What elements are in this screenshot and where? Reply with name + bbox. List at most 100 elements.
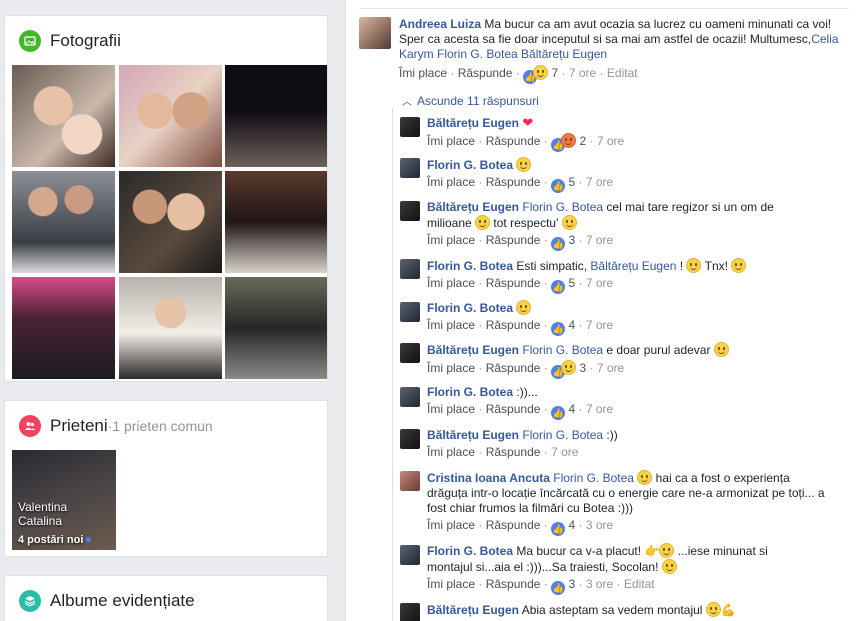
mention-link[interactable]: Florin G. Botea (522, 428, 603, 442)
edited-label[interactable]: Editat (624, 577, 655, 591)
reply-button[interactable]: Răspunde (486, 402, 541, 416)
albums-title[interactable]: Albume evidențiate (50, 591, 195, 611)
reactions-summary[interactable]: 👍 4 (551, 318, 576, 336)
reply-button[interactable]: Răspunde (486, 577, 541, 591)
reply-button[interactable]: Răspunde (486, 318, 541, 332)
reply-author[interactable]: Florin G. Botea (427, 158, 513, 172)
reply-button[interactable]: Răspunde (458, 66, 513, 80)
like-button[interactable]: Îmi place (427, 577, 475, 591)
photo-thumbnail[interactable] (225, 65, 327, 167)
reactions-summary[interactable]: 👍 4 (551, 402, 575, 420)
action-dot: · (543, 445, 548, 459)
reactions-summary[interactable]: 👍 7 (523, 65, 558, 84)
photos-header[interactable]: Fotografii (5, 16, 327, 66)
mention-link[interactable]: Florin G. Botea (553, 471, 634, 485)
comment-time[interactable]: 7 ore (586, 233, 613, 247)
like-button[interactable]: Îmi place (427, 445, 475, 459)
reply-author[interactable]: Cristina Ioana Ancuta (427, 471, 550, 485)
avatar[interactable] (400, 259, 420, 279)
comment-time[interactable]: 7 ore (586, 402, 613, 416)
avatar[interactable] (400, 387, 420, 407)
edited-label[interactable]: Editat (607, 66, 638, 80)
friend-tile[interactable]: Valentina Catalina 4 postări noi (12, 450, 116, 550)
mention-link[interactable]: Florin G. Botea (522, 343, 603, 357)
photo-thumbnail[interactable] (12, 171, 115, 273)
like-button[interactable]: Îmi place (427, 276, 475, 290)
avatar[interactable] (400, 603, 420, 621)
like-button[interactable]: Îmi place (427, 402, 475, 416)
like-button[interactable]: Îmi place (399, 66, 447, 80)
friend-name[interactable]: Valentina Catalina (18, 500, 88, 528)
reply-button[interactable]: Răspunde (486, 445, 541, 459)
mention-link[interactable]: Florin G. Botea (522, 200, 603, 214)
reply-button[interactable]: Răspunde (486, 175, 541, 189)
comment-time[interactable]: 3 ore (586, 577, 613, 591)
reply-button[interactable]: Răspunde (486, 134, 541, 148)
comment-time[interactable]: 3 ore (586, 518, 613, 532)
photo-thumbnail[interactable] (12, 65, 115, 167)
avatar[interactable] (400, 429, 420, 449)
comment-time[interactable]: 7 ore (597, 134, 624, 148)
laugh-icon (533, 65, 549, 80)
reactions-summary[interactable]: 👍 5 (551, 175, 575, 193)
reply-button[interactable]: Răspunde (486, 518, 541, 532)
avatar[interactable] (400, 545, 420, 565)
like-button[interactable]: Îmi place (427, 175, 475, 189)
photo-thumbnail[interactable] (225, 277, 327, 379)
avatar[interactable] (400, 471, 420, 491)
comment-author[interactable]: Andreea Luiza (399, 17, 481, 31)
comment-time[interactable]: 7 ore (586, 175, 613, 189)
photo-thumbnail[interactable] (119, 171, 222, 273)
mutual-friends-count[interactable]: 1 prieten comun (112, 418, 212, 434)
reply-author[interactable]: Florin G. Botea (427, 385, 513, 399)
avatar[interactable] (400, 343, 420, 363)
comment-time[interactable]: 7 ore (569, 66, 596, 80)
reply-button[interactable]: Răspunde (486, 233, 541, 247)
albums-header[interactable]: Albume evidențiate (5, 576, 327, 621)
hide-replies-toggle[interactable]: ︿ Ascunde 11 răspunsuri (402, 93, 539, 108)
reply-author[interactable]: Băltărețu Eugen (427, 200, 519, 214)
comment-time[interactable]: 7 ore (597, 361, 624, 375)
avatar[interactable] (400, 158, 420, 178)
friends-title[interactable]: Prieteni (50, 416, 108, 436)
reply-author[interactable]: Băltărețu Eugen (427, 603, 519, 617)
reply-author[interactable]: Băltărețu Eugen (427, 116, 519, 130)
reply-button[interactable]: Răspunde (486, 276, 541, 290)
photo-thumbnail[interactable] (119, 65, 222, 167)
comment-time[interactable]: 7 ore (586, 276, 613, 290)
reaction-count: 4 (568, 318, 576, 332)
photo-thumbnail[interactable] (119, 277, 222, 379)
like-button[interactable]: Îmi place (427, 233, 475, 247)
reactions-summary[interactable]: 👍 2 (551, 133, 586, 152)
reply-button[interactable]: Răspunde (486, 361, 541, 375)
reply-author[interactable]: Florin G. Botea (427, 301, 513, 315)
mention-link[interactable]: Băltărețu Eugen (590, 259, 676, 273)
reactions-summary[interactable]: 👍 3 (551, 233, 575, 251)
heart-icon: ❤ (522, 115, 534, 130)
photos-title[interactable]: Fotografii (50, 31, 121, 51)
avatar[interactable] (359, 17, 391, 49)
like-button[interactable]: Îmi place (427, 318, 475, 332)
avatar[interactable] (400, 201, 420, 221)
reactions-summary[interactable]: 👍 3 (551, 360, 586, 379)
hide-replies-label[interactable]: Ascunde 11 răspunsuri (417, 94, 539, 108)
comment-time[interactable]: 7 ore (586, 318, 613, 332)
reactions-summary[interactable]: 👍 3 (551, 577, 575, 595)
action-dot: · (561, 66, 566, 80)
comment-time[interactable]: 7 ore (551, 445, 578, 459)
like-button[interactable]: Îmi place (427, 518, 475, 532)
photo-thumbnail[interactable] (225, 171, 327, 273)
avatar[interactable] (400, 302, 420, 322)
reply-author[interactable]: Băltărețu Eugen (427, 343, 519, 357)
like-button[interactable]: Îmi place (427, 361, 475, 375)
reply-author[interactable]: Băltărețu Eugen (427, 428, 519, 442)
reply-author[interactable]: Florin G. Botea (427, 544, 513, 558)
friends-header[interactable]: Prieteni · 1 prieten comun (5, 401, 327, 451)
like-button[interactable]: Îmi place (427, 134, 475, 148)
reactions-summary[interactable]: 👍 5 (551, 276, 575, 294)
photo-thumbnail[interactable] (12, 277, 115, 379)
reactions-summary[interactable]: 👍 4 (551, 518, 575, 536)
left-column: Fotografii Prieteni · 1 prieten comun Va… (0, 0, 345, 621)
reply-author[interactable]: Florin G. Botea (427, 259, 513, 273)
avatar[interactable] (400, 117, 420, 137)
